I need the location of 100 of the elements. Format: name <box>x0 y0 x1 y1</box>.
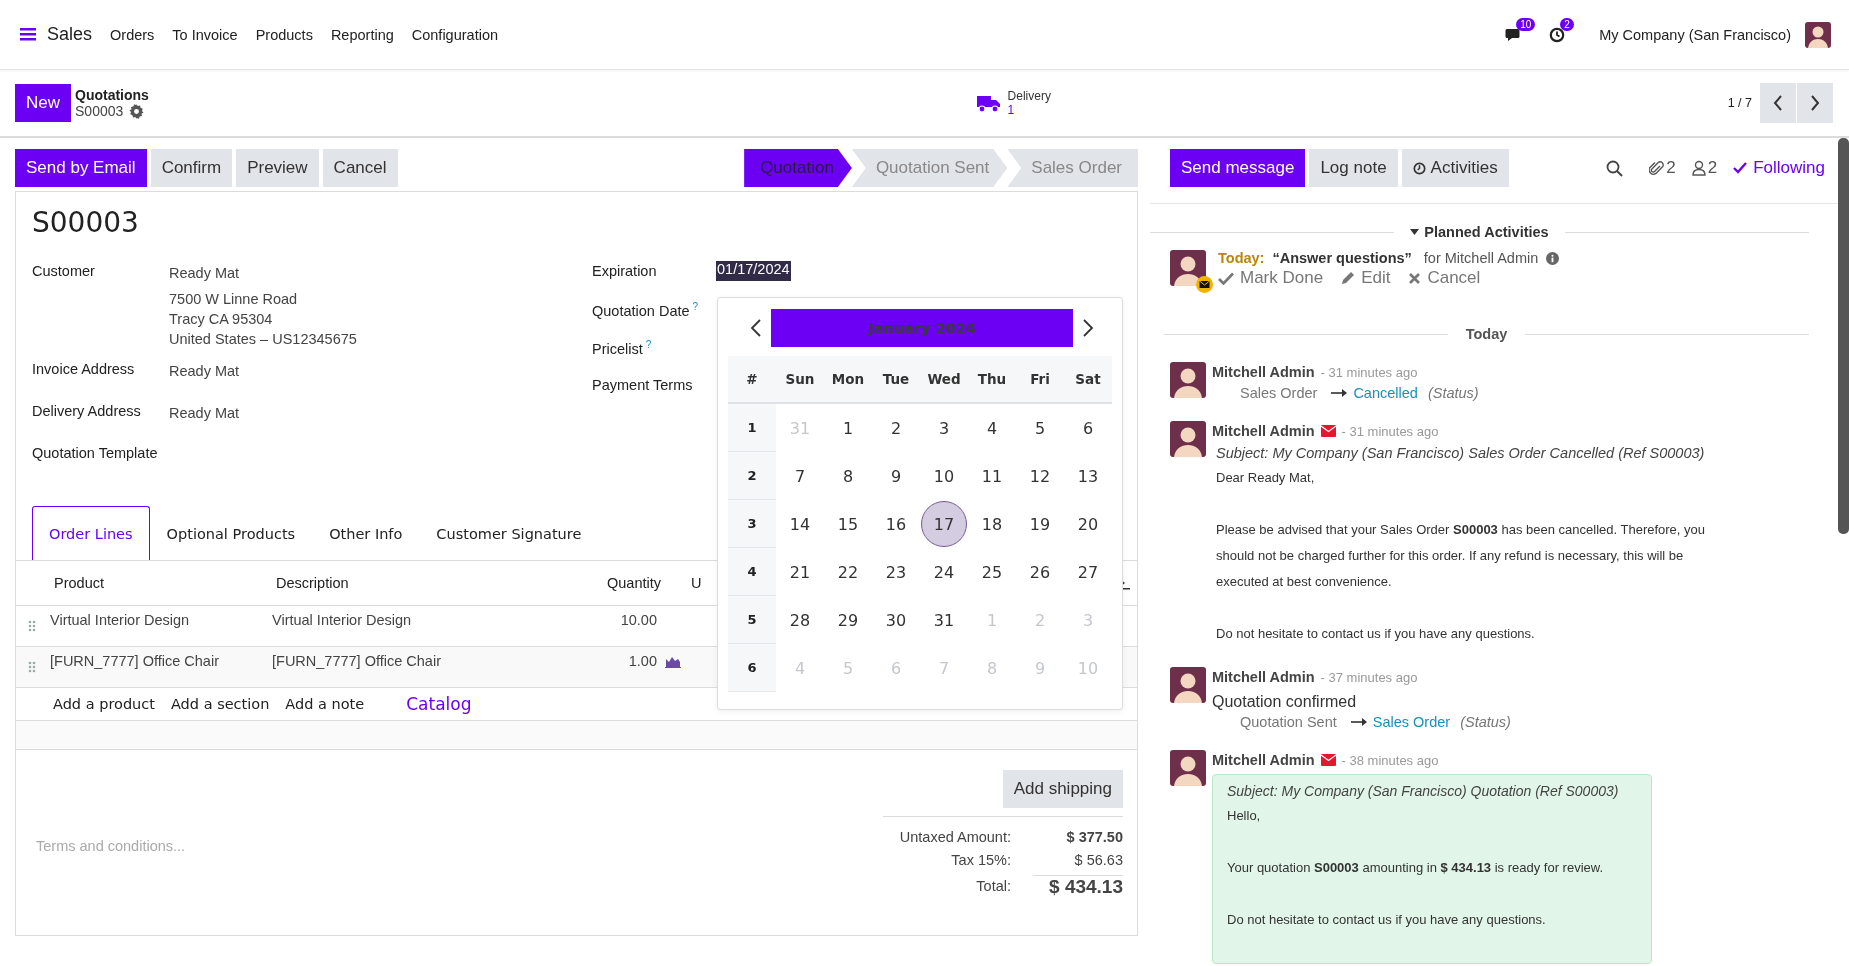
message-author[interactable]: Mitchell Admin <box>1212 423 1315 439</box>
chatter-button[interactable]: Send message <box>1170 149 1306 187</box>
calendar-day[interactable]: 14 <box>777 501 823 547</box>
calendar-day[interactable]: 12 <box>1017 453 1063 499</box>
previous-button[interactable] <box>1760 83 1796 123</box>
column-header[interactable]: Description <box>276 575 536 591</box>
field-value[interactable]: Tracy CA 95304 <box>169 311 357 327</box>
field-value[interactable]: Ready Mat <box>169 405 240 421</box>
activity-summary: “Answer questions” <box>1272 250 1412 266</box>
total-value: $ 377.50 <box>1065 828 1123 845</box>
chatter-button[interactable]: Log note <box>1309 149 1398 187</box>
info-icon[interactable] <box>1546 251 1560 265</box>
action-button[interactable]: Confirm <box>150 149 233 187</box>
add-shipping-button[interactable]: Add shipping <box>1002 770 1123 808</box>
app-name[interactable]: Sales <box>47 24 93 45</box>
activity-action[interactable]: Edit <box>1341 268 1391 288</box>
calendar-day[interactable]: 15 <box>825 501 871 547</box>
attachments-button[interactable]: 2 <box>1649 158 1676 178</box>
calendar-day[interactable]: 5 <box>1017 405 1063 451</box>
followers-button[interactable]: 2 <box>1691 158 1718 178</box>
calendar-day[interactable]: 11 <box>969 453 1015 499</box>
action-button[interactable]: Send by Email <box>15 149 147 187</box>
calendar-day[interactable]: 25 <box>969 549 1015 595</box>
email-badge-icon <box>1196 276 1213 293</box>
message-author[interactable]: Mitchell Admin <box>1212 364 1315 380</box>
activity-action[interactable]: Cancel <box>1408 268 1481 288</box>
new-button[interactable]: New <box>15 84 71 122</box>
notebook-tab[interactable]: Order Lines <box>32 506 150 560</box>
total-label: Total: <box>976 878 1011 894</box>
field-value[interactable]: Ready Mat <box>169 363 240 379</box>
search-icon[interactable] <box>1606 159 1624 177</box>
message-author[interactable]: Mitchell Admin <box>1212 669 1315 685</box>
calendar-day[interactable]: 22 <box>825 549 871 595</box>
notebook-tab[interactable]: Customer Signature <box>419 506 599 560</box>
calendar-day[interactable]: 1 <box>825 405 871 451</box>
action-button[interactable]: Cancel <box>322 149 398 187</box>
table-cell-text: [FURN_7777] Office Chair <box>272 653 442 669</box>
gear-icon[interactable] <box>129 103 145 119</box>
notebook-tab[interactable]: Optional Products <box>149 506 313 560</box>
catalog-link[interactable]: Catalog <box>406 694 472 714</box>
calendar-day[interactable]: 20 <box>1065 501 1111 547</box>
calendar-day[interactable]: 26 <box>1017 549 1063 595</box>
chatter-button[interactable]: Activities <box>1401 149 1509 187</box>
calendar-day[interactable]: 16 <box>873 501 919 547</box>
calendar-day[interactable]: 24 <box>921 549 967 595</box>
calendar-day[interactable]: 17 <box>921 501 967 547</box>
column-header[interactable]: Quantity <box>536 575 661 591</box>
add-line-link[interactable]: Add a product <box>53 696 155 712</box>
table-cell-text: [FURN_7777] Office Chair <box>50 653 220 669</box>
notebook-tab[interactable]: Other Info <box>312 506 420 560</box>
calendar-day[interactable]: 9 <box>873 453 919 499</box>
menu-item[interactable]: Reporting <box>330 26 394 43</box>
date-field[interactable]: 01/17/2024 <box>716 261 791 281</box>
next-button[interactable] <box>1797 83 1833 123</box>
notification-badge: 2 <box>1560 17 1574 31</box>
field-value[interactable]: Ready Mat <box>169 265 357 281</box>
field-value[interactable]: 7500 W Linne Road <box>169 291 357 307</box>
scrollbar[interactable] <box>1838 138 1849 534</box>
add-line-link[interactable]: Add a note <box>285 696 365 712</box>
drag-handle-icon[interactable] <box>28 661 36 673</box>
menu-item[interactable]: To Invoice <box>172 26 238 43</box>
drag-handle-icon[interactable] <box>28 620 36 632</box>
column-header[interactable]: Product <box>54 575 276 591</box>
calendar-day[interactable]: 13 <box>1065 453 1111 499</box>
planned-activities-header[interactable]: Planned Activities <box>1394 224 1565 240</box>
calendar-day[interactable]: 27 <box>1065 549 1111 595</box>
menu-item[interactable]: Products <box>255 26 313 43</box>
action-button[interactable]: Preview <box>236 149 319 187</box>
menu-item[interactable]: Configuration <box>411 26 498 43</box>
calendar-day[interactable]: 6 <box>1065 405 1111 451</box>
calendar-day[interactable]: 3 <box>921 405 967 451</box>
next-month-icon[interactable] <box>1082 319 1094 337</box>
add-line-link[interactable]: Add a section <box>170 696 270 712</box>
following-button[interactable]: Following <box>1733 158 1825 178</box>
week-number: 3 <box>728 500 776 548</box>
forecast-chart-icon[interactable] <box>665 656 681 668</box>
calendar-day[interactable]: 8 <box>825 453 871 499</box>
calendar-day[interactable]: 21 <box>777 549 823 595</box>
calendar-day[interactable]: 7 <box>777 453 823 499</box>
activity-action[interactable]: Mark Done <box>1218 268 1324 288</box>
breadcrumb-link[interactable]: Quotations <box>75 87 149 103</box>
weekday-header: # <box>745 371 759 387</box>
clock-icon[interactable] <box>1549 26 1566 43</box>
calendar-day[interactable]: 18 <box>969 501 1015 547</box>
calendar-day[interactable]: 23 <box>873 549 919 595</box>
pager-counter[interactable]: 1 / 7 <box>1727 96 1752 110</box>
calendar-day[interactable]: 4 <box>969 405 1015 451</box>
message-time: - 31 minutes ago <box>1320 364 1418 380</box>
calendar-day[interactable]: 10 <box>921 453 967 499</box>
calendar-day[interactable]: 2 <box>873 405 919 451</box>
message-author[interactable]: Mitchell Admin <box>1212 752 1315 768</box>
menu-item[interactable]: Orders <box>110 26 155 43</box>
menu-icon[interactable] <box>20 28 36 41</box>
field-value[interactable]: United States – US12345675 <box>169 331 357 347</box>
delivery-smart-button[interactable]: Delivery 1 <box>975 89 1051 117</box>
company-switcher[interactable]: My Company (San Francisco) <box>1599 26 1791 43</box>
user-avatar[interactable] <box>1805 21 1831 48</box>
previous-month-icon[interactable] <box>750 319 762 337</box>
calendar-day[interactable]: 19 <box>1017 501 1063 547</box>
column-header[interactable]: U <box>691 575 702 591</box>
